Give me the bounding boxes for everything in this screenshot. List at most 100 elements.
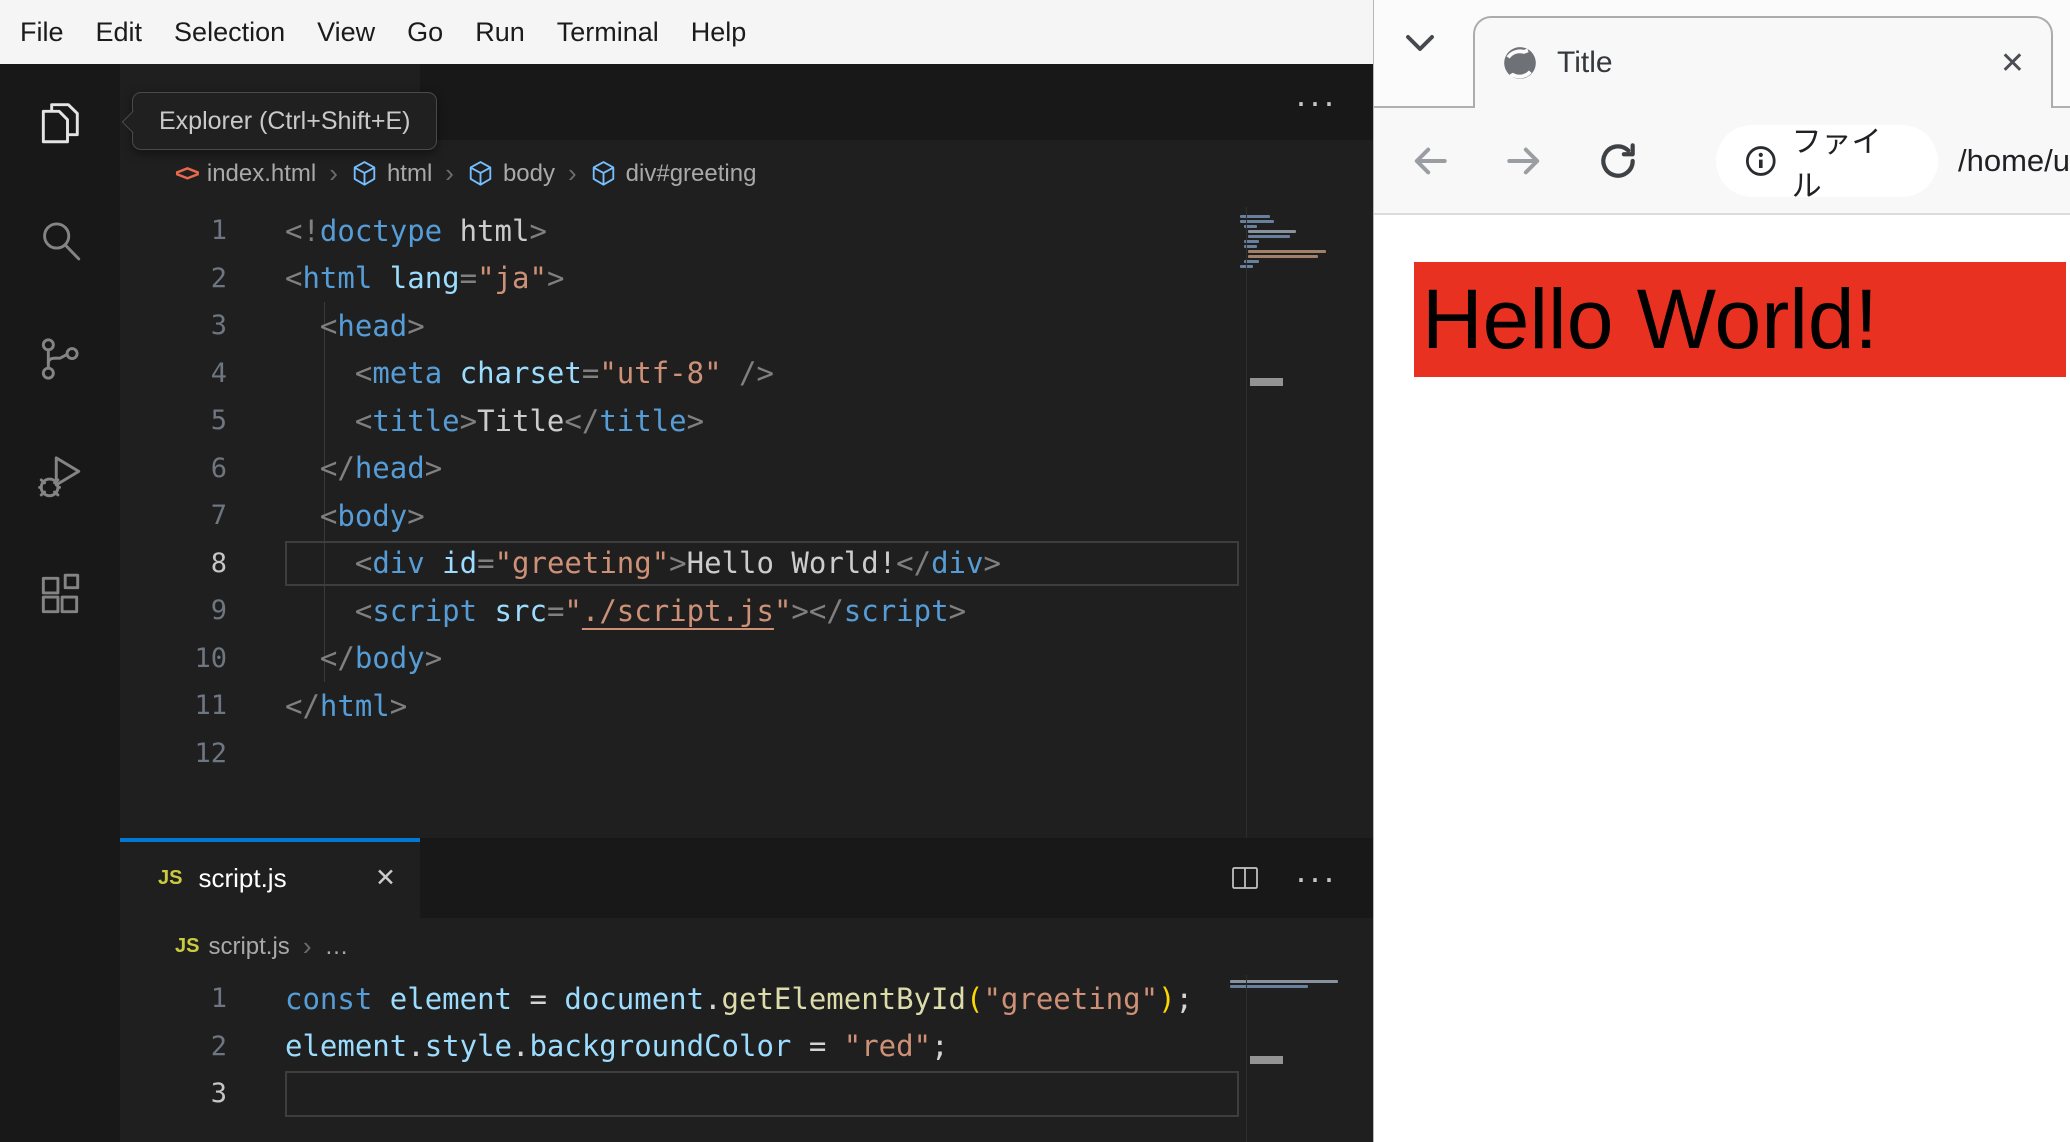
line-number: 2 [210, 262, 227, 294]
scrollbar-track [1246, 207, 1247, 838]
symbol-cube-icon [592, 161, 614, 186]
breadcrumb-index-html[interactable]: <> index.html [175, 160, 316, 188]
code-line-3[interactable]: 3 [120, 1070, 1373, 1118]
code-line-10[interactable]: 10 </body> [120, 635, 1373, 683]
js-file-icon: JS [175, 935, 200, 957]
html-file-icon: <> [175, 160, 200, 186]
code-line-11[interactable]: 11 </html> [120, 682, 1373, 730]
minimap-line [1240, 215, 1270, 218]
symbol-cube-icon [469, 161, 492, 186]
code-line-3[interactable]: 3 <head> [120, 302, 1373, 350]
files-icon [41, 103, 79, 144]
code-editor-js[interactable]: 1 const element = document.getElementById… [120, 975, 1373, 1142]
menu-selection[interactable]: Selection [158, 17, 301, 48]
blocks-icon [41, 573, 80, 614]
code-line-9[interactable]: 9 <script src="./script.js"></script> [120, 587, 1373, 635]
line-number: 2 [210, 1030, 227, 1062]
reload-icon[interactable] [1596, 139, 1640, 183]
breadcrumb-separator: › [445, 158, 454, 188]
breadcrumb-div-greeting[interactable]: div#greeting [590, 159, 757, 188]
line-number: 1 [210, 215, 227, 247]
line-number: 7 [210, 500, 227, 532]
line-number: 1 [210, 983, 227, 1015]
breadcrumb-separator: › [302, 931, 312, 961]
explorer-tooltip: Explorer (Ctrl+Shift+E) [132, 92, 438, 150]
split-editor-icon[interactable] [1229, 862, 1261, 894]
browser-tab-strip: Title ✕ [1374, 0, 2070, 108]
breadcrumb-body[interactable]: body [467, 160, 555, 188]
code-text: </html> [285, 688, 408, 723]
line-number: 9 [210, 595, 227, 627]
code-line-2[interactable]: 2 <html lang="ja"> [120, 255, 1373, 303]
line-number: 3 [210, 1078, 227, 1110]
menu-help[interactable]: Help [675, 17, 763, 48]
browser-toolbar: ファイル /home/u [1374, 108, 2070, 215]
breadcrumb--[interactable]: … [324, 933, 348, 961]
breadcrumb-label: html [386, 159, 433, 187]
code-line-2[interactable]: 2 element.style.backgroundColor = "red"; [120, 1023, 1373, 1071]
tab-search-chevron-icon[interactable] [1402, 30, 1438, 56]
scrollbar-track [1246, 975, 1247, 1142]
globe-icon [1504, 47, 1536, 79]
tab-bar-bottom: JS script.js ✕ ··· [120, 838, 1373, 918]
code-line-5[interactable]: 5 <title>Title</title> [120, 397, 1373, 445]
info-icon [1745, 145, 1776, 176]
minimap-line [1248, 235, 1290, 238]
minimap[interactable] [1240, 215, 1326, 270]
menu-file[interactable]: File [4, 17, 80, 48]
back-icon[interactable] [1408, 139, 1452, 183]
play-bug-icon [38, 456, 81, 498]
menu-run[interactable]: Run [459, 17, 541, 48]
minimap-line [1248, 250, 1326, 253]
minimap-line [1248, 230, 1296, 233]
code-line-7[interactable]: 7 <body> [120, 492, 1373, 540]
browser-tab-title[interactable]: Title ✕ [1473, 16, 2053, 108]
menu-view[interactable]: View [301, 17, 391, 48]
extensions-icon[interactable] [0, 536, 120, 654]
activity-bar [0, 64, 120, 1142]
source-control-icon[interactable] [0, 300, 120, 418]
forward-icon[interactable] [1502, 139, 1546, 183]
minimap-line [1248, 255, 1318, 258]
symbol-cube-icon [353, 161, 376, 186]
code-text: </head> [319, 451, 443, 486]
breadcrumb-label: index.html [206, 159, 317, 187]
line-number: 11 [194, 690, 227, 722]
code-text: <meta charset="utf-8" /> [354, 356, 774, 391]
breadcrumb-label: div#greeting [625, 159, 757, 187]
code-text: <body> [319, 498, 425, 533]
line-number: 6 [210, 452, 227, 484]
run-debug-icon[interactable] [0, 418, 120, 536]
search-icon[interactable] [0, 182, 120, 300]
code-text: element.style.backgroundColor = "red"; [285, 1029, 949, 1064]
menu-go[interactable]: Go [391, 17, 459, 48]
code-line-12[interactable]: 12 [120, 730, 1373, 778]
code-line-6[interactable]: 6 </head> [120, 445, 1373, 493]
code-text: <div id="greeting">Hello World!</div> [354, 546, 1001, 581]
code-editor-html[interactable]: 1 <!doctype html> 2 <html lang="ja"> 3 <head… [120, 207, 1373, 838]
code-line-1[interactable]: 1 const element = document.getElementById… [120, 975, 1373, 1023]
code-line-8[interactable]: 8 <div id="greeting">Hello World!</div> [120, 540, 1373, 588]
tab-script-js[interactable]: JS script.js ✕ [120, 838, 420, 918]
line-number: 12 [194, 737, 227, 769]
breadcrumb-html[interactable]: html [351, 160, 432, 188]
menu-terminal[interactable]: Terminal [541, 17, 675, 48]
explorer-icon[interactable] [0, 64, 120, 182]
minimap-line [1230, 985, 1308, 988]
address-url[interactable]: /home/u [1958, 143, 2070, 179]
code-text: <title>Title</title> [354, 403, 705, 438]
close-tab-icon[interactable]: ✕ [2000, 46, 2025, 81]
line-number: 8 [210, 547, 227, 579]
breadcrumb-script-js[interactable]: JS script.js [175, 933, 290, 961]
breadcrumb-label: script.js [208, 932, 290, 960]
editor-group-html: <> index.html ··· <>index.html›html›body… [120, 64, 1373, 838]
code-text: <html lang="ja"> [285, 261, 565, 296]
code-line-1[interactable]: 1 <!doctype html> [120, 207, 1373, 255]
line-number: 5 [210, 405, 227, 437]
menu-edit[interactable]: Edit [80, 17, 159, 48]
browser-viewport: Hello World! [1374, 215, 2070, 1140]
code-text: <!doctype html> [285, 213, 547, 248]
file-origin-chip[interactable]: ファイル [1716, 124, 1938, 203]
code-line-4[interactable]: 4 <meta charset="utf-8" /> [120, 350, 1373, 398]
close-tab-icon[interactable]: ✕ [375, 863, 396, 893]
